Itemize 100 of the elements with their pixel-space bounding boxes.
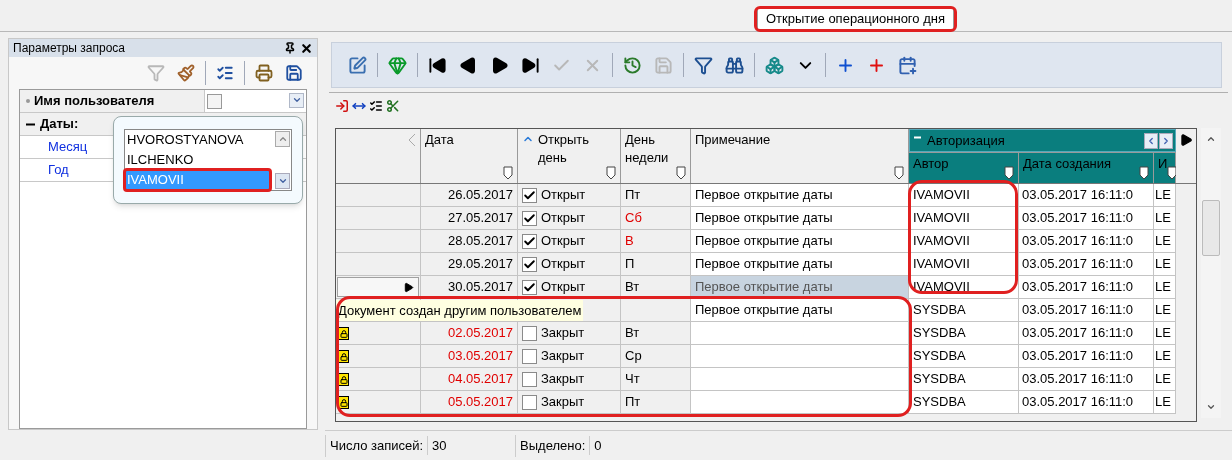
- weekday-cell: П: [621, 253, 691, 276]
- author-cell: SYSDBA: [909, 345, 1019, 368]
- created-date-cell: 03.05.2017 16:11:0: [1019, 276, 1154, 299]
- date-cell: 27.05.2017: [421, 207, 518, 230]
- checklist-icon[interactable]: [369, 99, 383, 113]
- scroll-right-icon: [1161, 135, 1171, 146]
- filter-marker-icon[interactable]: [676, 166, 686, 180]
- row-header[interactable]: [336, 345, 421, 368]
- table-cell: LE: [1154, 345, 1176, 368]
- status-label: Число записей:: [329, 436, 425, 455]
- band-title: Авторизация: [927, 131, 1005, 150]
- brush-icon[interactable]: [177, 64, 195, 82]
- date-cell: 02.05.2017: [421, 322, 518, 345]
- filter-marker-icon[interactable]: [1139, 166, 1149, 180]
- created-date-cell: 03.05.2017 16:11:0: [1019, 207, 1154, 230]
- checkbox[interactable]: [522, 394, 537, 410]
- checkbox[interactable]: [207, 93, 222, 109]
- date-cell: 03.05.2017: [421, 345, 518, 368]
- checkbox[interactable]: [522, 348, 537, 364]
- lock-warning-icon: [338, 327, 349, 340]
- pin-icon[interactable]: [284, 42, 296, 54]
- row-header[interactable]: [336, 368, 421, 391]
- filter-marker-icon[interactable]: [894, 166, 904, 180]
- filter-marker-icon[interactable]: [503, 166, 513, 180]
- weekday-cell: Ср: [621, 345, 691, 368]
- scroll-columns-icon[interactable]: [1179, 133, 1193, 147]
- next-record-icon[interactable]: [490, 55, 509, 75]
- scroll-right-button[interactable]: [1159, 132, 1173, 149]
- table-cell: LE: [1154, 207, 1176, 230]
- status-value: 30: [427, 435, 516, 456]
- column-header[interactable]: И: [1154, 152, 1176, 183]
- note-cell: Первое открытие даты: [691, 184, 909, 207]
- last-record-icon[interactable]: [521, 55, 540, 75]
- lock-warning-icon: [338, 373, 349, 386]
- created-date-cell: 03.05.2017 16:11:0: [1019, 368, 1154, 391]
- table-cell: LE: [1154, 299, 1176, 322]
- created-date-cell: 03.05.2017 16:11:0: [1019, 230, 1154, 253]
- row-header[interactable]: [336, 322, 421, 345]
- checkbox[interactable]: [522, 325, 537, 341]
- status-text: Закрыт: [541, 347, 585, 365]
- status-text: Открыт: [541, 278, 586, 296]
- scroll-down-icon[interactable]: [1206, 402, 1216, 412]
- weekday-cell: Пт: [621, 391, 691, 414]
- binoculars-icon[interactable]: [725, 55, 744, 75]
- checkbox[interactable]: [522, 256, 537, 272]
- cubes-icon[interactable]: [765, 55, 784, 75]
- list-icon[interactable]: [216, 64, 234, 82]
- dropdown-option[interactable]: HVOROSTYANOVA: [125, 130, 270, 150]
- close-icon[interactable]: [300, 41, 313, 55]
- author-cell: IVAMOVII: [909, 207, 1019, 230]
- checkbox[interactable]: [522, 371, 537, 387]
- scroll-up-icon: [277, 134, 288, 144]
- checkbox[interactable]: [522, 279, 537, 295]
- calendar-icon[interactable]: [898, 55, 917, 75]
- filter-marker-icon[interactable]: [1167, 166, 1176, 180]
- scroll-up-icon[interactable]: [1206, 134, 1216, 144]
- gem-icon[interactable]: [388, 55, 407, 75]
- table-cell: LE: [1154, 368, 1176, 391]
- filter-marker-icon[interactable]: [1004, 166, 1014, 180]
- panel-title: Параметры запроса: [13, 40, 125, 57]
- status-text: Открыт: [541, 255, 586, 273]
- checkbox[interactable]: [522, 187, 537, 203]
- first-record-icon[interactable]: [428, 55, 447, 75]
- previous-record-icon[interactable]: [459, 55, 478, 75]
- date-cell: 26.05.2017: [421, 184, 518, 207]
- weekday-cell: Сб: [621, 207, 691, 230]
- dropdown-option[interactable]: ILCHENKO: [125, 150, 270, 170]
- date-cell: 05.05.2017: [421, 391, 518, 414]
- table-cell: LE: [1154, 276, 1176, 299]
- status-label: Выделено:: [519, 436, 587, 455]
- weekday-cell: [621, 299, 691, 322]
- table-cell: LE: [1154, 391, 1176, 414]
- checkbox[interactable]: [522, 233, 537, 249]
- row-header[interactable]: [336, 391, 421, 414]
- enter-icon[interactable]: [335, 99, 349, 113]
- save-icon[interactable]: [285, 64, 303, 82]
- printer-icon[interactable]: [255, 64, 273, 82]
- document-tab[interactable]: Открытие операционного дня: [757, 7, 954, 31]
- filter-marker-icon[interactable]: [606, 166, 616, 180]
- scrollbar-thumb[interactable]: [1202, 200, 1220, 256]
- scroll-down-button[interactable]: [275, 173, 290, 189]
- date-cell: 28.05.2017: [421, 230, 518, 253]
- column-header[interactable]: Автор: [909, 152, 1019, 183]
- column-header[interactable]: Дата создания: [1019, 152, 1154, 183]
- table-cell: LE: [1154, 322, 1176, 345]
- scissors-icon[interactable]: [386, 99, 400, 113]
- scroll-up-button[interactable]: [275, 131, 290, 147]
- column-band-header[interactable]: Авторизация: [909, 129, 1176, 152]
- author-cell: SYSDBA: [909, 368, 1019, 391]
- filter-icon[interactable]: [694, 55, 713, 75]
- vertical-scrollbar[interactable]: [1201, 128, 1221, 418]
- created-date-cell: 03.05.2017 16:11:0: [1019, 253, 1154, 276]
- created-date-cell: 03.05.2017 16:11:0: [1019, 299, 1154, 322]
- pencil-icon[interactable]: [348, 55, 367, 75]
- scroll-left-button[interactable]: [1144, 132, 1158, 149]
- author-cell: IVAMOVII: [909, 184, 1019, 207]
- author-cell: IVAMOVII: [909, 276, 1019, 299]
- caret-icon: [291, 95, 302, 105]
- clock-refresh-icon[interactable]: [623, 55, 642, 75]
- checkbox[interactable]: [522, 210, 537, 226]
